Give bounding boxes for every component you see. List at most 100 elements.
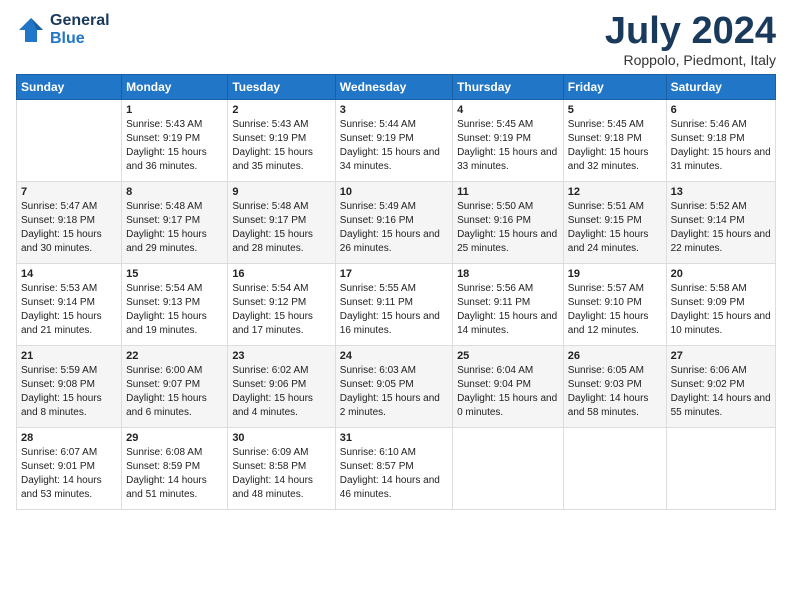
sunrise-text: Sunrise: 5:49 AM [340, 201, 416, 212]
cell-w2-d2: 8Sunrise: 5:48 AMSunset: 9:17 PMDaylight… [122, 182, 228, 264]
sunset-text: Sunset: 9:03 PM [568, 379, 642, 390]
cell-info: Sunrise: 5:44 AMSunset: 9:19 PMDaylight:… [340, 118, 448, 174]
sunrise-text: Sunrise: 5:54 AM [126, 283, 202, 294]
col-wednesday: Wednesday [335, 75, 452, 100]
col-sunday: Sunday [17, 75, 122, 100]
cell-info: Sunrise: 6:04 AMSunset: 9:04 PMDaylight:… [457, 364, 559, 420]
cell-w1-d7: 6Sunrise: 5:46 AMSunset: 9:18 PMDaylight… [666, 100, 775, 182]
sunrise-text: Sunrise: 6:03 AM [340, 365, 416, 376]
daylight-text: Daylight: 15 hours and 12 minutes. [568, 311, 649, 336]
sunset-text: Sunset: 9:14 PM [671, 215, 745, 226]
sunset-text: Sunset: 9:19 PM [232, 133, 306, 144]
cell-info: Sunrise: 5:43 AMSunset: 9:19 PMDaylight:… [126, 118, 223, 174]
sunrise-text: Sunrise: 6:00 AM [126, 365, 202, 376]
cell-info: Sunrise: 5:48 AMSunset: 9:17 PMDaylight:… [232, 200, 330, 256]
calendar-body: 1Sunrise: 5:43 AMSunset: 9:19 PMDaylight… [17, 100, 776, 510]
cell-info: Sunrise: 6:08 AMSunset: 8:59 PMDaylight:… [126, 446, 223, 502]
sunset-text: Sunset: 9:13 PM [126, 297, 200, 308]
sunrise-text: Sunrise: 5:51 AM [568, 201, 644, 212]
sunrise-text: Sunrise: 6:06 AM [671, 365, 747, 376]
day-number: 7 [21, 186, 117, 198]
cell-w4-d1: 21Sunrise: 5:59 AMSunset: 9:08 PMDayligh… [17, 346, 122, 428]
week-row-2: 7 Sunrise: 5:47 AM Sunset: 9:18 PM Daylight… [17, 182, 776, 264]
daylight-text: Daylight: 15 hours and 31 minutes. [671, 147, 771, 172]
daylight-text: Daylight: 15 hours and 10 minutes. [671, 311, 771, 336]
cell-info: Sunrise: 5:53 AMSunset: 9:14 PMDaylight:… [21, 282, 117, 338]
cell-info: Sunrise: 6:09 AMSunset: 8:58 PMDaylight:… [232, 446, 330, 502]
sunrise-text: Sunrise: 6:10 AM [340, 447, 416, 458]
day-number: 16 [232, 268, 330, 280]
sunrise-text: Sunrise: 5:45 AM [457, 119, 533, 130]
sunset-text: Sunset: 9:02 PM [671, 379, 745, 390]
day-number: 23 [232, 350, 330, 362]
cell-info: Sunrise: 5:51 AMSunset: 9:15 PMDaylight:… [568, 200, 662, 256]
day-number: 10 [340, 186, 448, 198]
sunset-text: Sunset: 9:01 PM [21, 461, 95, 472]
daylight-text: Daylight: 15 hours and 35 minutes. [232, 147, 313, 172]
day-number: 5 [568, 104, 662, 116]
day-number: 4 [457, 104, 559, 116]
cell-info: Sunrise: 5:43 AMSunset: 9:19 PMDaylight:… [232, 118, 330, 174]
sunset-text: Sunset: 9:18 PM [21, 215, 95, 226]
week-row-3: 14Sunrise: 5:53 AMSunset: 9:14 PMDayligh… [17, 264, 776, 346]
cell-info: Sunrise: 6:06 AMSunset: 9:02 PMDaylight:… [671, 364, 771, 420]
daylight-text: Daylight: 15 hours and 8 minutes. [21, 393, 102, 418]
day-number: 18 [457, 268, 559, 280]
daylight-text: Daylight: 15 hours and 4 minutes. [232, 393, 313, 418]
logo: General Blue [16, 12, 110, 48]
sunset-text: Sunset: 8:58 PM [232, 461, 306, 472]
header-row: Sunday Monday Tuesday Wednesday Thursday… [17, 75, 776, 100]
daylight-text: Daylight: 15 hours and 28 minutes. [232, 229, 313, 254]
day-number: 24 [340, 350, 448, 362]
cell-w2-d1: 7Sunrise: 5:47 AMSunset: 9:18 PMDaylight… [17, 182, 122, 264]
sunset-text: Sunset: 8:57 PM [340, 461, 414, 472]
cell-w4-d5: 25Sunrise: 6:04 AMSunset: 9:04 PMDayligh… [453, 346, 564, 428]
cell-w1-d1 [17, 100, 122, 182]
daylight-text: Daylight: 15 hours and 19 minutes. [126, 311, 207, 336]
cell-w1-d5: 4Sunrise: 5:45 AMSunset: 9:19 PMDaylight… [453, 100, 564, 182]
cell-w4-d4: 24Sunrise: 6:03 AMSunset: 9:05 PMDayligh… [335, 346, 452, 428]
cell-info: Sunrise: 6:05 AMSunset: 9:03 PMDaylight:… [568, 364, 662, 420]
week-row-1: 1Sunrise: 5:43 AMSunset: 9:19 PMDaylight… [17, 100, 776, 182]
day-number: 30 [232, 432, 330, 444]
daylight-text: Daylight: 15 hours and 17 minutes. [232, 311, 313, 336]
sunset-text: Sunset: 9:10 PM [568, 297, 642, 308]
day-number: 27 [671, 350, 771, 362]
daylight-text: Daylight: 14 hours and 51 minutes. [126, 475, 207, 500]
day-number: 12 [568, 186, 662, 198]
day-number: 26 [568, 350, 662, 362]
sunrise-text: Sunrise: 5:50 AM [457, 201, 533, 212]
sunrise-text: Sunrise: 5:53 AM [21, 283, 97, 294]
day-number: 6 [671, 104, 771, 116]
day-number: 13 [671, 186, 771, 198]
sunset-text: Sunset: 9:16 PM [340, 215, 414, 226]
daylight-text: Daylight: 15 hours and 0 minutes. [457, 393, 557, 418]
cell-w2-d6: 12 Sunrise: 5:51 AMSunset: 9:15 PMDayligh… [563, 182, 666, 264]
sunset-text: Sunset: 9:04 PM [457, 379, 531, 390]
sunrise-text: Sunrise: 5:54 AM [232, 283, 308, 294]
cell-w5-d2: 29Sunrise: 6:08 AMSunset: 8:59 PMDayligh… [122, 428, 228, 510]
day-number: 31 [340, 432, 448, 444]
day-number: 3 [340, 104, 448, 116]
day-number: 19 [568, 268, 662, 280]
cell-w3-d6: 19Sunrise: 5:57 AMSunset: 9:10 PMDayligh… [563, 264, 666, 346]
sunrise-text: Sunrise: 6:05 AM [568, 365, 644, 376]
cell-info: Sunrise: 5:59 AMSunset: 9:08 PMDaylight:… [21, 364, 117, 420]
logo-icon [16, 15, 46, 45]
sunrise-text: Sunrise: 6:08 AM [126, 447, 202, 458]
day-number: 28 [21, 432, 117, 444]
sunrise-text: Sunrise: 5:47 AM [21, 201, 97, 212]
day-number: 9 [232, 186, 330, 198]
day-number: 20 [671, 268, 771, 280]
cell-w3-d2: 15Sunrise: 5:54 AMSunset: 9:13 PMDayligh… [122, 264, 228, 346]
cell-w1-d3: 2Sunrise: 5:43 AMSunset: 9:19 PMDaylight… [228, 100, 335, 182]
cell-w1-d2: 1Sunrise: 5:43 AMSunset: 9:19 PMDaylight… [122, 100, 228, 182]
sunrise-text: Sunrise: 5:46 AM [671, 119, 747, 130]
day-number: 17 [340, 268, 448, 280]
cell-info: Sunrise: 5:58 AMSunset: 9:09 PMDaylight:… [671, 282, 771, 338]
cell-w4-d6: 26Sunrise: 6:05 AMSunset: 9:03 PMDayligh… [563, 346, 666, 428]
cell-w5-d5 [453, 428, 564, 510]
cell-info: Sunrise: 5:49 AMSunset: 9:16 PMDaylight:… [340, 200, 448, 256]
sunset-text: Sunset: 9:19 PM [457, 133, 531, 144]
sunrise-text: Sunrise: 5:48 AM [232, 201, 308, 212]
